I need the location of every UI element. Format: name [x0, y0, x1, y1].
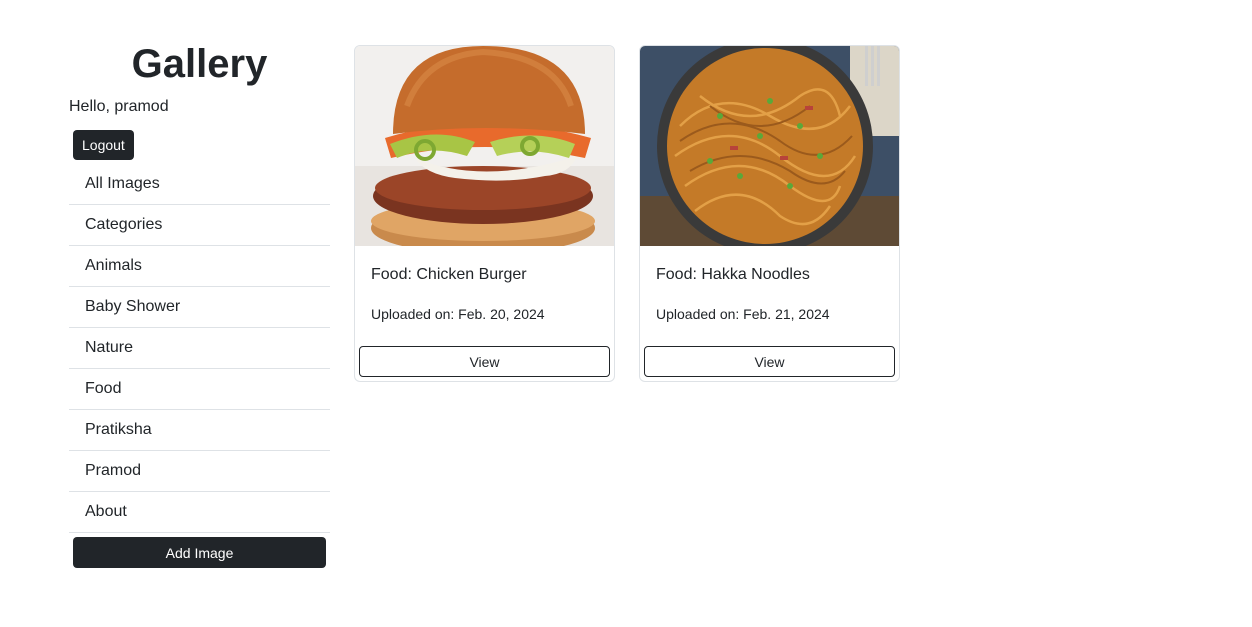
nav-item-all-images[interactable]: All Images [69, 164, 330, 205]
nav-item-pramod[interactable]: Pramod [69, 451, 330, 492]
sidebar: Gallery Hello, pramod Logout All Images … [69, 40, 330, 568]
logout-button[interactable]: Logout [73, 130, 134, 160]
page-title: Gallery [131, 42, 268, 86]
card-upload-date: Uploaded on: Feb. 21, 2024 [656, 306, 830, 322]
nav-item-animals[interactable]: Animals [69, 246, 330, 287]
image-card: Food: Chicken Burger Uploaded on: Feb. 2… [354, 45, 615, 382]
category-nav: All Images Categories Animals Baby Showe… [69, 164, 330, 533]
page: Gallery Hello, pramod Logout All Images … [0, 0, 1252, 627]
card-title: Food: Chicken Burger [371, 266, 527, 283]
nav-item-categories[interactable]: Categories [69, 205, 330, 246]
view-button[interactable]: View [644, 346, 895, 377]
add-image-button[interactable]: Add Image [73, 537, 326, 568]
noodles-image[interactable] [640, 46, 899, 246]
nav-item-food[interactable]: Food [69, 369, 330, 410]
nav-item-baby-shower[interactable]: Baby Shower [69, 287, 330, 328]
nav-item-about[interactable]: About [69, 492, 330, 533]
greeting-text: Hello, pramod [69, 98, 169, 115]
nav-item-pratiksha[interactable]: Pratiksha [69, 410, 330, 451]
image-card: Food: Hakka Noodles Uploaded on: Feb. 21… [639, 45, 900, 382]
card-title: Food: Hakka Noodles [656, 266, 810, 283]
nav-item-nature[interactable]: Nature [69, 328, 330, 369]
view-button[interactable]: View [359, 346, 610, 377]
card-upload-date: Uploaded on: Feb. 20, 2024 [371, 306, 545, 322]
burger-image[interactable] [355, 46, 614, 246]
